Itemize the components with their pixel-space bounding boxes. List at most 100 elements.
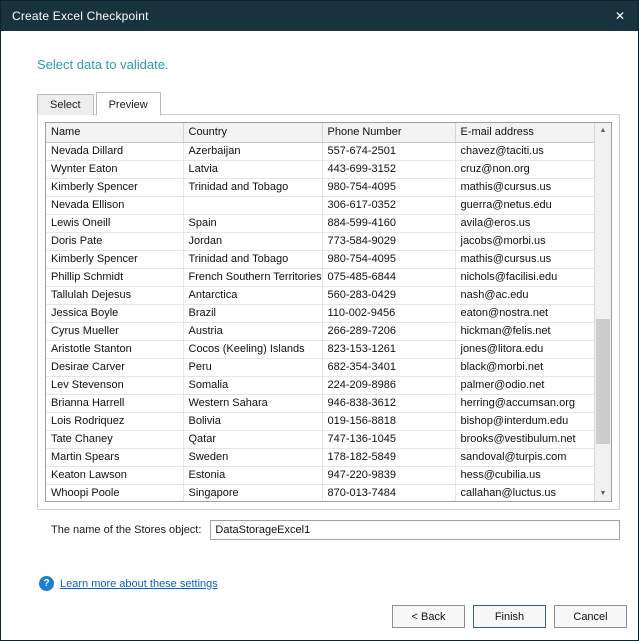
table-row[interactable]: Aristotle StantonCocos (Keeling) Islands… bbox=[46, 340, 594, 358]
table-cell: 443-699-3152 bbox=[322, 160, 455, 178]
table-cell: 870-013-7484 bbox=[322, 484, 455, 502]
table-row[interactable]: Lev StevensonSomalia224-209-8986palmer@o… bbox=[46, 376, 594, 394]
table-body: Nevada DillardAzerbaijan557-674-2501chav… bbox=[46, 142, 594, 502]
scroll-up-icon: ▲ bbox=[600, 127, 607, 134]
table-cell: nash@ac.edu bbox=[455, 286, 594, 304]
table-cell: Cyrus Mueller bbox=[46, 322, 183, 340]
scroll-up-button[interactable]: ▲ bbox=[595, 123, 611, 138]
table-row[interactable]: Tallulah DejesusAntarctica560-283-0429na… bbox=[46, 286, 594, 304]
table-row[interactable]: Whoopi PooleSingapore870-013-7484callaha… bbox=[46, 484, 594, 502]
column-header: Phone Number bbox=[322, 123, 455, 142]
table-cell: Whoopi Poole bbox=[46, 484, 183, 502]
table-cell: palmer@odio.net bbox=[455, 376, 594, 394]
table-cell: Brazil bbox=[183, 304, 322, 322]
table-row[interactable]: Phillip SchmidtFrench Southern Territori… bbox=[46, 268, 594, 286]
dialog-footer: < Back Finish Cancel bbox=[1, 605, 638, 640]
table-row[interactable]: Tate ChaneyQatar747-136-1045brooks@vesti… bbox=[46, 430, 594, 448]
table-cell: Bolivia bbox=[183, 412, 322, 430]
table-cell: mathis@cursus.us bbox=[455, 178, 594, 196]
table-row[interactable]: Kimberly SpencerTrinidad and Tobago980-7… bbox=[46, 250, 594, 268]
dialog-content: Select data to validate. Select Preview … bbox=[1, 31, 638, 605]
table-cell: Azerbaijan bbox=[183, 142, 322, 160]
finish-button[interactable]: Finish bbox=[473, 605, 546, 628]
table-cell: Doris Pate bbox=[46, 232, 183, 250]
tab-select[interactable]: Select bbox=[37, 94, 94, 115]
table-cell: hickman@felis.net bbox=[455, 322, 594, 340]
table-row[interactable]: Martin SpearsSweden178-182-5849sandoval@… bbox=[46, 448, 594, 466]
table-cell: Singapore bbox=[183, 484, 322, 502]
data-grid: NameCountryPhone NumberE-mail address Ne… bbox=[45, 122, 612, 502]
learn-more-link[interactable]: Learn more about these settings bbox=[60, 578, 218, 590]
table-cell: Jordan bbox=[183, 232, 322, 250]
table-cell: hess@cubilia.us bbox=[455, 466, 594, 484]
scrollbar-thumb[interactable] bbox=[596, 319, 610, 444]
column-header: Country bbox=[183, 123, 322, 142]
table-cell: 946-838-3612 bbox=[322, 394, 455, 412]
table-cell: Trinidad and Tobago bbox=[183, 178, 322, 196]
table-row[interactable]: Lois RodriquezBolivia019-156-8818bishop@… bbox=[46, 412, 594, 430]
table-cell: chavez@taciti.us bbox=[455, 142, 594, 160]
table-row[interactable]: Nevada DillardAzerbaijan557-674-2501chav… bbox=[46, 142, 594, 160]
table-row[interactable]: Cyrus MuellerAustria266-289-7206hickman@… bbox=[46, 322, 594, 340]
cancel-button[interactable]: Cancel bbox=[554, 605, 627, 628]
help-row: ? Learn more about these settings bbox=[37, 576, 620, 591]
table-row[interactable]: Kimberly SpencerTrinidad and Tobago980-7… bbox=[46, 178, 594, 196]
table-cell: Antarctica bbox=[183, 286, 322, 304]
create-excel-checkpoint-dialog: Create Excel Checkpoint ✕ Select data to… bbox=[0, 0, 639, 641]
table-cell: Keaton Lawson bbox=[46, 466, 183, 484]
table-cell: Peru bbox=[183, 358, 322, 376]
table-cell: Nevada Dillard bbox=[46, 142, 183, 160]
table-cell: Jessica Boyle bbox=[46, 304, 183, 322]
close-button[interactable]: ✕ bbox=[602, 1, 638, 31]
object-name-input[interactable] bbox=[210, 520, 620, 540]
table-cell: Kimberly Spencer bbox=[46, 250, 183, 268]
vertical-scrollbar[interactable]: ▲ ▼ bbox=[594, 123, 611, 501]
table-row[interactable]: Desirae CarverPeru682-354-3401black@morb… bbox=[46, 358, 594, 376]
table-cell: Brianna Harrell bbox=[46, 394, 183, 412]
table-row[interactable]: Nevada Ellison306-617-0352guerra@netus.e… bbox=[46, 196, 594, 214]
table-cell: callahan@luctus.us bbox=[455, 484, 594, 502]
table-cell: eaton@nostra.net bbox=[455, 304, 594, 322]
table-cell: Sweden bbox=[183, 448, 322, 466]
table-cell: bishop@interdum.edu bbox=[455, 412, 594, 430]
tab-preview[interactable]: Preview bbox=[96, 92, 161, 116]
table-cell: Lev Stevenson bbox=[46, 376, 183, 394]
table-cell: sandoval@turpis.com bbox=[455, 448, 594, 466]
table-cell: 980-754-4095 bbox=[322, 250, 455, 268]
table-cell: brooks@vestibulum.net bbox=[455, 430, 594, 448]
table-cell: 773-584-9029 bbox=[322, 232, 455, 250]
table-cell: Lois Rodriquez bbox=[46, 412, 183, 430]
table-cell: Nevada Ellison bbox=[46, 196, 183, 214]
table-cell: Aristotle Stanton bbox=[46, 340, 183, 358]
table-cell: nichols@facilisi.edu bbox=[455, 268, 594, 286]
table-cell: mathis@cursus.us bbox=[455, 250, 594, 268]
scrollbar-track[interactable] bbox=[595, 138, 611, 486]
table-row[interactable]: Brianna HarrellWestern Sahara946-838-361… bbox=[46, 394, 594, 412]
table-cell: Austria bbox=[183, 322, 322, 340]
table-cell: Estonia bbox=[183, 466, 322, 484]
table-cell: 266-289-7206 bbox=[322, 322, 455, 340]
back-button[interactable]: < Back bbox=[392, 605, 465, 628]
table-row[interactable]: Wynter EatonLatvia443-699-3152cruz@non.o… bbox=[46, 160, 594, 178]
table-cell: Western Sahara bbox=[183, 394, 322, 412]
table-cell: French Southern Territories bbox=[183, 268, 322, 286]
column-header: E-mail address bbox=[455, 123, 594, 142]
table-row[interactable]: Keaton LawsonEstonia947-220-9839hess@cub… bbox=[46, 466, 594, 484]
table-cell: 224-209-8986 bbox=[322, 376, 455, 394]
table-cell: Tallulah Dejesus bbox=[46, 286, 183, 304]
table-cell: cruz@non.org bbox=[455, 160, 594, 178]
scroll-down-icon: ▼ bbox=[600, 490, 607, 497]
table-cell: 178-182-5849 bbox=[322, 448, 455, 466]
table-cell: Lewis Oneill bbox=[46, 214, 183, 232]
help-icon: ? bbox=[39, 576, 54, 591]
table-row[interactable]: Lewis OneillSpain884-599-4160avila@eros.… bbox=[46, 214, 594, 232]
tabstrip: Select Preview bbox=[37, 92, 620, 115]
table-cell: Somalia bbox=[183, 376, 322, 394]
table-row[interactable]: Doris PateJordan773-584-9029jacobs@morbi… bbox=[46, 232, 594, 250]
scroll-down-button[interactable]: ▼ bbox=[595, 486, 611, 501]
table-cell: Phillip Schmidt bbox=[46, 268, 183, 286]
table-cell: Tate Chaney bbox=[46, 430, 183, 448]
table-cell: guerra@netus.edu bbox=[455, 196, 594, 214]
table-row[interactable]: Jessica BoyleBrazil110-002-9456eaton@nos… bbox=[46, 304, 594, 322]
table-cell: 019-156-8818 bbox=[322, 412, 455, 430]
